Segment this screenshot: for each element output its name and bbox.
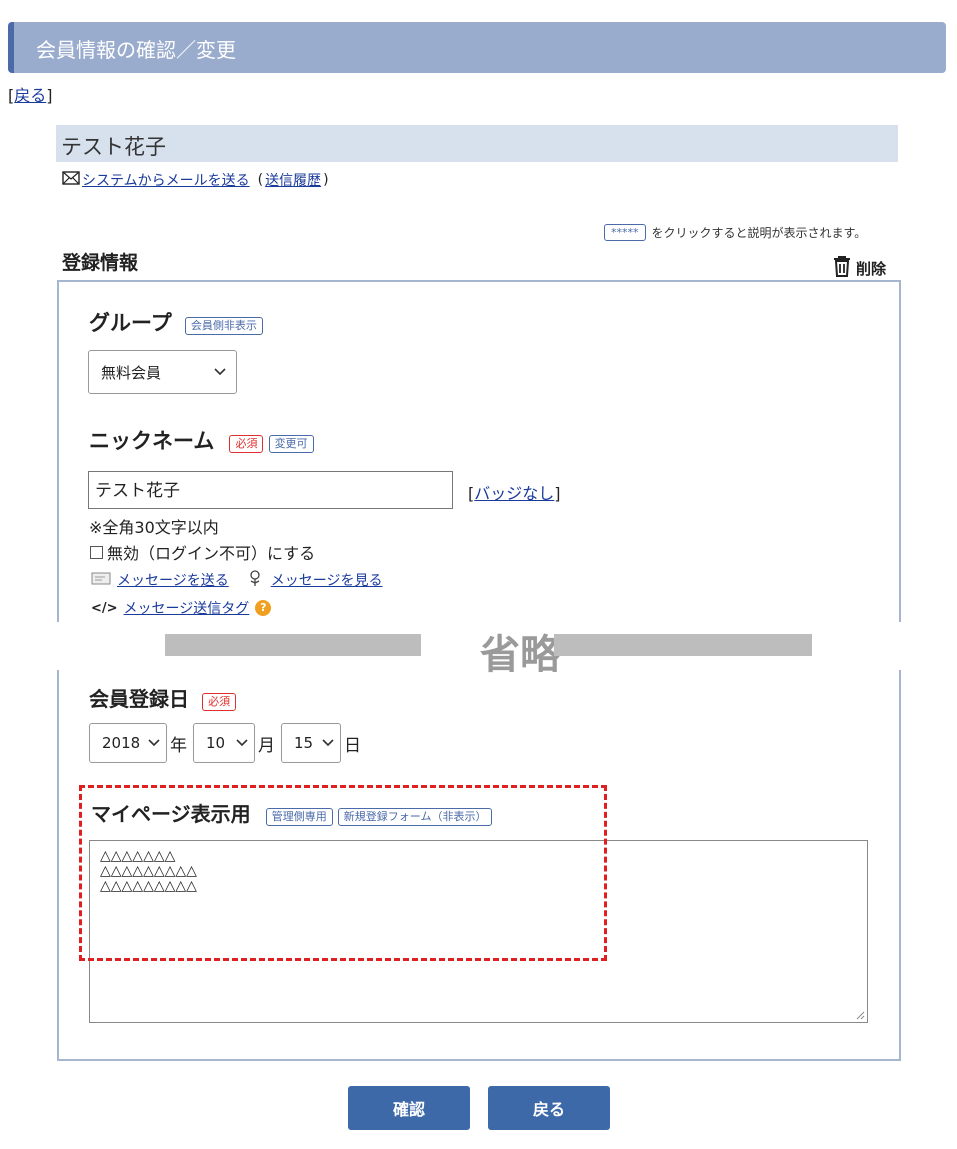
wave-right-icon bbox=[554, 634, 812, 656]
mail-history-link[interactable]: 送信履歴 bbox=[265, 170, 321, 190]
highlight-box bbox=[79, 785, 607, 961]
chevron-down-icon bbox=[236, 736, 248, 750]
omitted-label: 省略 bbox=[480, 632, 560, 678]
view-message-link[interactable]: メッセージを見る bbox=[271, 570, 383, 590]
omitted-divider: 省略 bbox=[40, 622, 920, 678]
resize-handle-icon[interactable] bbox=[855, 1010, 865, 1020]
badge-link[interactable]: [バッジなし] bbox=[468, 480, 561, 504]
tag-editable: 変更可 bbox=[268, 434, 314, 453]
delete-label: 削除 bbox=[856, 259, 887, 278]
page-header: 会員情報の確認／変更 bbox=[8, 22, 946, 73]
member-name-bar: テスト花子 bbox=[56, 125, 898, 162]
disable-option[interactable]: 無効（ログイン不可）にする bbox=[90, 540, 315, 564]
confirm-button[interactable]: 確認 bbox=[348, 1086, 470, 1130]
message-tag-link[interactable]: メッセージ送信タグ bbox=[124, 598, 250, 618]
mail-line: システムからメールを送る (送信履歴) bbox=[62, 170, 329, 190]
code-icon: </> bbox=[91, 600, 118, 616]
month-select[interactable]: 10 bbox=[193, 723, 255, 763]
send-message-link[interactable]: メッセージを送る bbox=[117, 570, 229, 590]
nickname-input[interactable]: テスト花子 bbox=[88, 471, 453, 509]
group-label: グループ bbox=[89, 311, 172, 335]
help-text: をクリックすると説明が表示されます。 bbox=[651, 226, 867, 240]
back-link[interactable]: [戻る] bbox=[8, 82, 53, 106]
envelope-icon bbox=[62, 171, 80, 189]
chevron-down-icon bbox=[322, 736, 334, 750]
flower-icon bbox=[247, 569, 265, 591]
day-unit: 日 bbox=[344, 735, 361, 756]
chevron-down-icon bbox=[214, 365, 226, 379]
chevron-down-icon bbox=[148, 736, 160, 750]
mail-card-icon bbox=[91, 572, 111, 589]
badge-link-text[interactable]: バッジなし bbox=[474, 484, 554, 503]
section-title: 登録情報 bbox=[62, 252, 139, 274]
wave-left-icon bbox=[165, 634, 421, 656]
disable-label: 無効（ログイン不可）にする bbox=[107, 544, 316, 563]
help-hint: ***** をクリックすると説明が表示されます。 bbox=[604, 224, 866, 241]
group-select[interactable]: 無料会員 bbox=[88, 350, 237, 394]
back-link-text[interactable]: 戻る bbox=[14, 86, 46, 105]
month-unit: 月 bbox=[258, 735, 275, 756]
back-button[interactable]: 戻る bbox=[488, 1086, 610, 1130]
tag-required: 必須 bbox=[202, 692, 237, 711]
help-stars-button[interactable]: ***** bbox=[604, 224, 646, 241]
year-select[interactable]: 2018 bbox=[89, 723, 167, 763]
member-name: テスト花子 bbox=[61, 135, 166, 159]
join-date-selects: 2018 年 10 月 15 日 bbox=[89, 723, 361, 763]
page-title: 会員情報の確認／変更 bbox=[36, 38, 236, 62]
day-select[interactable]: 15 bbox=[281, 723, 341, 763]
message-links: メッセージを送る メッセージを見る bbox=[91, 569, 382, 591]
nickname-field-header: ニックネーム 必須 変更可 bbox=[89, 425, 314, 455]
group-field-header: グループ 会員側非表示 bbox=[89, 307, 263, 337]
delete-button[interactable]: 削除 bbox=[832, 255, 886, 281]
disable-checkbox[interactable] bbox=[90, 545, 103, 559]
tag-member-hidden: 会員側非表示 bbox=[184, 316, 263, 335]
message-tag-line: </> メッセージ送信タグ ? bbox=[91, 598, 272, 618]
nickname-label: ニックネーム bbox=[89, 429, 215, 453]
join-date-header: 会員登録日 必須 bbox=[89, 683, 237, 712]
nickname-note: ※全角30文字以内 bbox=[89, 518, 219, 537]
trash-icon bbox=[832, 255, 852, 281]
help-icon[interactable]: ? bbox=[255, 600, 272, 616]
join-date-label: 会員登録日 bbox=[89, 687, 189, 711]
year-unit: 年 bbox=[170, 735, 187, 756]
send-mail-link[interactable]: システムからメールを送る bbox=[82, 170, 250, 190]
tag-required: 必須 bbox=[229, 434, 264, 453]
